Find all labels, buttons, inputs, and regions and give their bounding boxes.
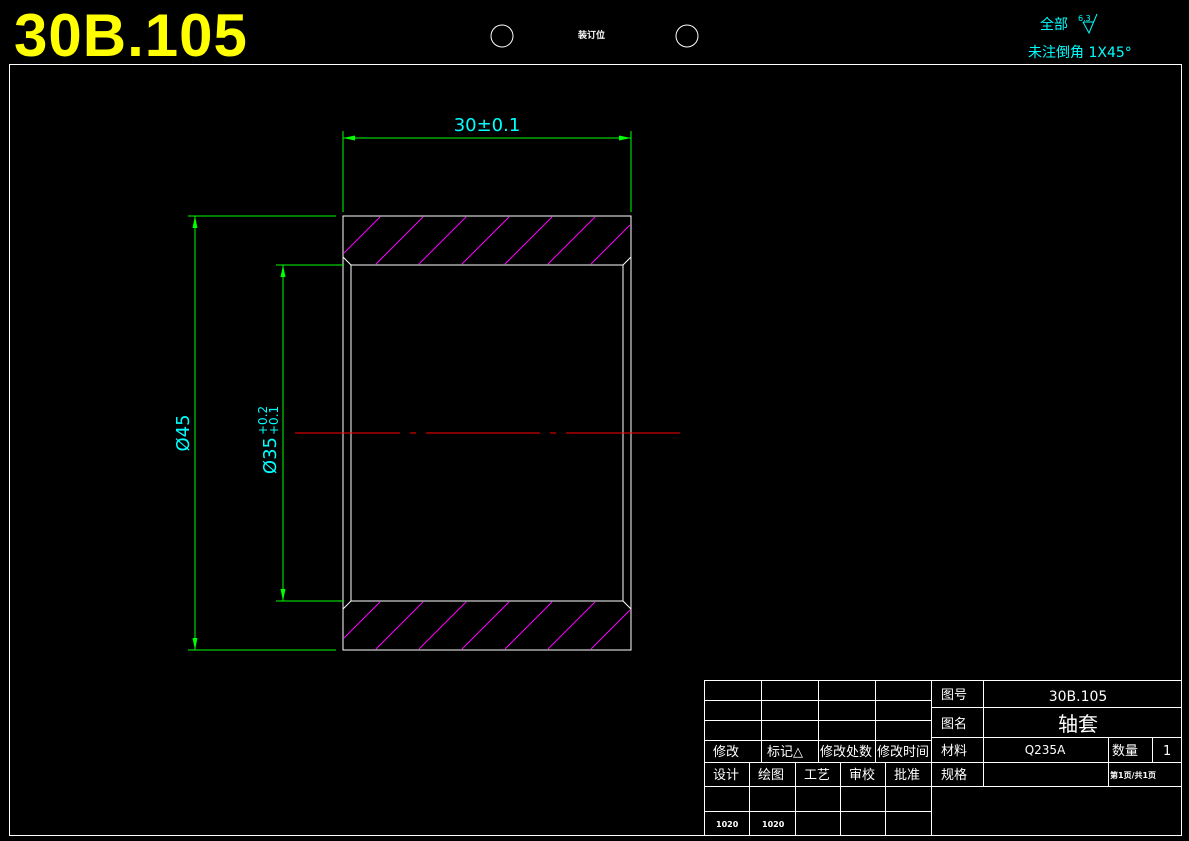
role-approve: 批准 [894, 768, 920, 783]
hatch-line [418, 601, 467, 650]
length-dimension [342, 131, 632, 212]
binding-label: 装订位 [577, 29, 605, 41]
rev-header-modify: 修改 [713, 745, 739, 760]
role-drawing-value: 1020 [762, 820, 785, 829]
material-value: Q235A [1025, 743, 1066, 757]
hatch-bottom-wall [343, 601, 631, 650]
hatch-line [461, 216, 510, 265]
hatch-line [418, 216, 467, 265]
hatch-line [547, 216, 596, 265]
inner-tol-lower: +0.1 [267, 406, 281, 435]
role-process: 工艺 [804, 768, 830, 783]
hatch-line [590, 224, 631, 265]
hatch-top-wall [343, 216, 631, 265]
role-review: 审校 [849, 767, 875, 783]
qty-value: 1 [1163, 744, 1171, 759]
rev-header-time: 修改时间 [877, 745, 929, 760]
hatch-line [590, 609, 631, 650]
rev-header-count: 修改处数 [820, 745, 872, 760]
hatch-line [504, 216, 553, 265]
role-design: 设计 [713, 768, 739, 783]
drawing-no-value: 30B.105 [1049, 689, 1108, 705]
role-drawing: 绘图 [758, 768, 784, 783]
chamfer-bl [342, 600, 352, 610]
binding-hole-right [675, 24, 699, 48]
hatch-line [343, 601, 381, 639]
material-label: 材料 [941, 744, 967, 759]
inner-diameter-text: Ø35 [260, 437, 281, 474]
hatch-line [461, 601, 510, 650]
hatch-line [547, 601, 596, 650]
role-design-value: 1020 [716, 820, 739, 829]
chamfer-note: 未注倒角 1X45° [1028, 45, 1132, 61]
surface-all-label: 全部 [1040, 16, 1068, 33]
chamfer-br [622, 600, 632, 610]
drawing-sheet: 装订位 全部 6.3 未注倒角 1X45° 30±0.1 Ø45 Ø35 +0.… [9, 13, 1182, 836]
spec-label: 规格 [941, 767, 967, 783]
outer-diameter-text: Ø45 [173, 414, 194, 451]
hatch-line [375, 216, 424, 265]
hatch-line [375, 601, 424, 650]
rev-header-mark: 标记△ [767, 745, 803, 760]
qty-label: 数量 [1112, 744, 1138, 759]
name-label: 图名 [941, 716, 967, 732]
chamfer-tl [342, 256, 352, 266]
hatch-line [504, 601, 553, 650]
drawing-no-label: 图号 [941, 688, 967, 703]
binding-hole-left [490, 24, 514, 48]
chamfer-tr [622, 256, 632, 266]
length-dimension-text: 30±0.1 [454, 115, 521, 136]
page-info: 第1页/共1页 [1110, 770, 1156, 780]
hatch-line [343, 216, 381, 254]
name-value: 轴套 [1058, 712, 1098, 736]
